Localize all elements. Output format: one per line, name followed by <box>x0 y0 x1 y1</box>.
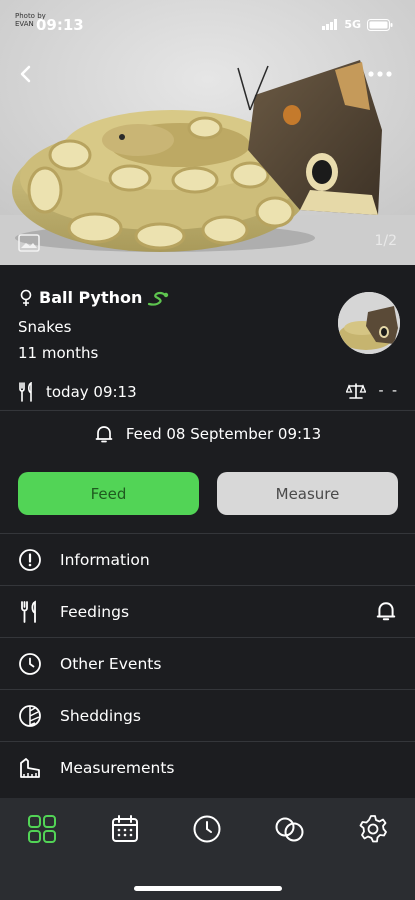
status-time: 09:13 <box>36 16 84 34</box>
pet-menu: Information Feedings Other Events Sheddi… <box>0 533 415 793</box>
menu-item-label: Sheddings <box>60 706 141 725</box>
status-bar: Photo by EVAN 09:13 5G <box>0 0 415 44</box>
back-button[interactable] <box>12 60 40 88</box>
menu-item-label: Measurements <box>60 758 175 777</box>
tab-pets[interactable] <box>25 812 59 846</box>
bottom-tab-bar <box>0 798 415 900</box>
divider <box>0 410 415 411</box>
female-icon <box>20 289 32 306</box>
menu-item-label: Feedings <box>60 602 130 621</box>
menu-item-sheddings[interactable]: Sheddings <box>0 689 415 741</box>
photo-counter: 1/2 <box>374 233 397 249</box>
menu-item-label: Information <box>60 550 150 569</box>
fork-knife-icon <box>18 599 42 624</box>
last-feeding-time: today 09:13 <box>46 383 137 401</box>
clock-icon <box>193 815 221 843</box>
grid-icon <box>28 815 56 843</box>
network-label: 5G <box>344 18 361 31</box>
home-indicator[interactable] <box>134 886 282 891</box>
gallery-button[interactable] <box>18 234 40 252</box>
pet-species: Snakes <box>18 318 72 336</box>
fork-knife-icon <box>19 382 32 402</box>
more-icon <box>368 71 392 77</box>
menu-item-feedings[interactable]: Feedings <box>0 585 415 637</box>
pet-photo-header: Photo by EVAN 09:13 5G 1/2 <box>0 0 415 265</box>
image-icon <box>18 234 40 252</box>
signal-icon <box>322 19 338 30</box>
menu-item-measurements[interactable]: Measurements <box>0 741 415 793</box>
battery-icon <box>367 18 393 31</box>
last-feeding: today 09:13 <box>18 382 137 402</box>
tab-calendar[interactable] <box>108 812 142 846</box>
menu-item-information[interactable]: Information <box>0 533 415 585</box>
info-icon <box>18 548 42 572</box>
bell-icon <box>95 426 113 443</box>
scale-icon <box>346 383 367 399</box>
feeding-reminder[interactable]: Feed 08 September 09:13 <box>0 424 415 444</box>
pet-name: Ball Python <box>39 288 143 307</box>
gear-icon <box>359 815 387 843</box>
bell-icon[interactable] <box>375 600 397 622</box>
weight-display: - - <box>346 382 399 400</box>
more-options-button[interactable] <box>365 62 395 86</box>
pet-info-section: Ball Python Snakes 11 months today 09:13… <box>0 265 415 409</box>
ruler-icon <box>18 756 42 780</box>
snake-icon <box>148 291 169 306</box>
pet-avatar[interactable] <box>338 292 400 354</box>
tab-breeding[interactable] <box>273 812 307 846</box>
menu-item-label: Other Events <box>60 654 162 673</box>
menu-item-other-events[interactable]: Other Events <box>0 637 415 689</box>
calendar-icon <box>112 815 138 842</box>
pet-name-row: Ball Python <box>18 288 169 307</box>
tab-history[interactable] <box>190 812 224 846</box>
tab-settings[interactable] <box>356 812 390 846</box>
pet-age: 11 months <box>18 344 99 362</box>
clock-icon <box>18 652 42 676</box>
status-indicators: 5G <box>322 18 393 31</box>
avatar-image <box>338 292 400 354</box>
chevron-left-icon <box>20 65 31 83</box>
feed-button[interactable]: Feed <box>18 472 199 515</box>
weight-value: - - <box>378 383 399 399</box>
reminder-text: Feed 08 September 09:13 <box>125 425 322 443</box>
measure-button[interactable]: Measure <box>217 472 398 515</box>
shedding-icon <box>18 704 42 728</box>
rings-icon <box>275 817 304 842</box>
